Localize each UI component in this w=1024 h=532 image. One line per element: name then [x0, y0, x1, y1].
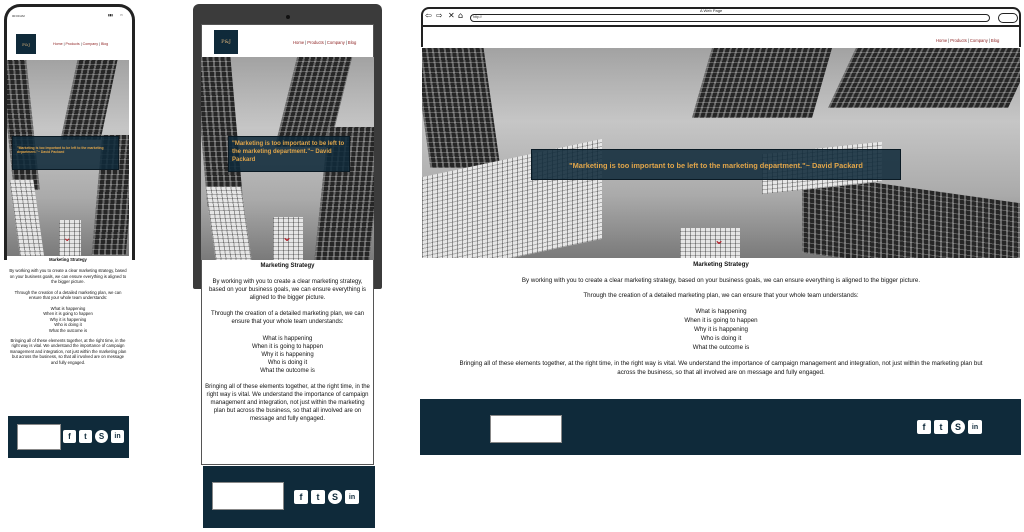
nav-item-blog[interactable]: Blog [348, 40, 356, 45]
desktop-hero-image: "Marketing is too important to be left t… [422, 48, 1020, 258]
tablet-footer-box [212, 482, 284, 510]
twitter-icon[interactable]: t [934, 420, 948, 434]
address-bar[interactable] [470, 14, 990, 22]
tablet-hero-image: "Marketing is too important to be left t… [201, 57, 374, 260]
linkedin-icon[interactable]: in [111, 430, 124, 443]
desktop-content: Marketing Strategy By working with you t… [426, 261, 1016, 378]
desktop-content-p3: Bringing all of these elements together,… [459, 359, 983, 376]
status-time: 00:00 AM [12, 14, 25, 18]
nav-item-home[interactable]: Home [936, 38, 947, 43]
browser-toolbar-divider [422, 25, 1020, 27]
status-signal: ▮▮▮ [108, 13, 113, 17]
nav-item-company[interactable]: Company [83, 42, 98, 46]
skype-icon[interactable]: S [328, 490, 342, 504]
list-item: Why it is happening [261, 351, 314, 358]
phone-content-p2: Through the creation of a detailed marke… [14, 289, 122, 301]
nav-item-company[interactable]: Company [970, 38, 988, 43]
skype-icon[interactable]: S [951, 420, 965, 434]
phone-nav: Home|Products|Company|Blog [53, 42, 109, 46]
back-icon[interactable]: ⇦ [425, 12, 432, 20]
facebook-icon[interactable]: f [63, 430, 76, 443]
phone-content-list: What is happening When it is going to ha… [9, 306, 127, 333]
tablet-content-p3: Bringing all of these elements together,… [205, 384, 370, 423]
browser-title: A Web Page [700, 8, 723, 13]
phone-content-p3: Bringing all of these elements together,… [9, 337, 127, 365]
logo-icon[interactable]: P&J [214, 30, 238, 54]
tablet-content-p2: Through the creation of a detailed marke… [210, 311, 365, 326]
browser-window [421, 7, 1021, 47]
nav-item-products[interactable]: Products [66, 42, 80, 46]
forward-icon[interactable]: ⇨ [436, 12, 443, 20]
tablet-content: Marketing Strategy By working with you t… [205, 262, 370, 424]
desktop-hero-quote: "Marketing is too important to be left t… [531, 149, 901, 180]
tablet-nav: Home|Products|Company|Blog [293, 40, 357, 45]
phone-hero-image: "Marketing is too important to be left t… [7, 60, 129, 256]
skype-icon[interactable]: S [95, 430, 108, 443]
tablet-content-p1: By working with you to create a clear ma… [208, 279, 367, 302]
phone-content: Marketing Strategy By working with you t… [9, 257, 127, 365]
nav-item-blog[interactable]: Blog [991, 38, 999, 43]
phone-footer-box [17, 424, 61, 450]
home-icon[interactable]: ⌂ [458, 12, 463, 20]
twitter-icon[interactable]: t [79, 430, 92, 443]
list-item: Why it is happening [694, 325, 748, 333]
linkedin-icon[interactable]: in [345, 490, 359, 504]
nav-item-products[interactable]: Products [307, 40, 324, 45]
desktop-scroll-chevron-icon[interactable]: ⌄ [714, 234, 724, 246]
list-item: What the outcome is [260, 367, 315, 374]
address-text: http:// [473, 15, 482, 19]
tablet-hero-quote: "Marketing is too important to be left t… [228, 136, 350, 172]
nav-item-blog[interactable]: Blog [101, 42, 108, 46]
tablet-scroll-chevron-icon[interactable]: ⌄ [282, 231, 292, 243]
list-item: When it is going to happen [251, 343, 324, 350]
browser-search-input[interactable] [998, 13, 1018, 23]
tablet-content-list: What is happening When it is going to ha… [205, 335, 370, 375]
list-item: Who is doing it [700, 334, 742, 342]
desktop-content-p1: By working with you to create a clear ma… [521, 276, 921, 284]
list-item: What is happening [695, 307, 747, 315]
facebook-icon[interactable]: f [294, 490, 308, 504]
list-item: What the outcome is [692, 343, 750, 351]
nav-item-home[interactable]: Home [53, 42, 63, 46]
facebook-icon[interactable]: f [917, 420, 931, 434]
phone-footer: f t S in [8, 416, 129, 458]
tablet-content-title: Marketing Strategy [260, 263, 315, 269]
phone-social-links: f t S in [63, 430, 124, 443]
desktop-social-links: f t S in [917, 420, 982, 434]
twitter-icon[interactable]: t [311, 490, 325, 504]
nav-item-home[interactable]: Home [293, 40, 304, 45]
desktop-nav: Home|Products|Company|Blog [936, 38, 1000, 43]
phone-content-p1: By working with you to create a clear ma… [9, 268, 127, 285]
phone-hero-quote: "Marketing is too important to be left t… [12, 136, 119, 170]
tablet-footer: f t S in [203, 466, 375, 528]
desktop-footer: f t S in [420, 399, 1021, 455]
close-icon[interactable]: ✕ [448, 12, 455, 20]
status-battery-icon: ▭ [120, 13, 123, 17]
list-item: What is happening [262, 335, 313, 342]
list-item: What the outcome is [48, 327, 88, 333]
desktop-footer-box [490, 415, 562, 443]
tablet-camera [286, 15, 290, 19]
list-item: Who is doing it [267, 359, 308, 366]
nav-item-company[interactable]: Company [327, 40, 345, 45]
nav-item-products[interactable]: Products [950, 38, 967, 43]
linkedin-icon[interactable]: in [968, 420, 982, 434]
phone-content-title: Marketing Strategy [49, 257, 87, 262]
logo-icon[interactable]: P&J [16, 34, 36, 54]
tablet-social-links: f t S in [294, 490, 359, 504]
list-item: When it is going to happen [684, 316, 758, 324]
desktop-content-list: What is happening When it is going to ha… [426, 308, 1016, 353]
desktop-content-title: Marketing Strategy [693, 261, 749, 268]
desktop-content-p2: Through the creation of a detailed marke… [583, 291, 859, 299]
phone-scroll-chevron-icon[interactable]: ⌄ [63, 234, 71, 244]
